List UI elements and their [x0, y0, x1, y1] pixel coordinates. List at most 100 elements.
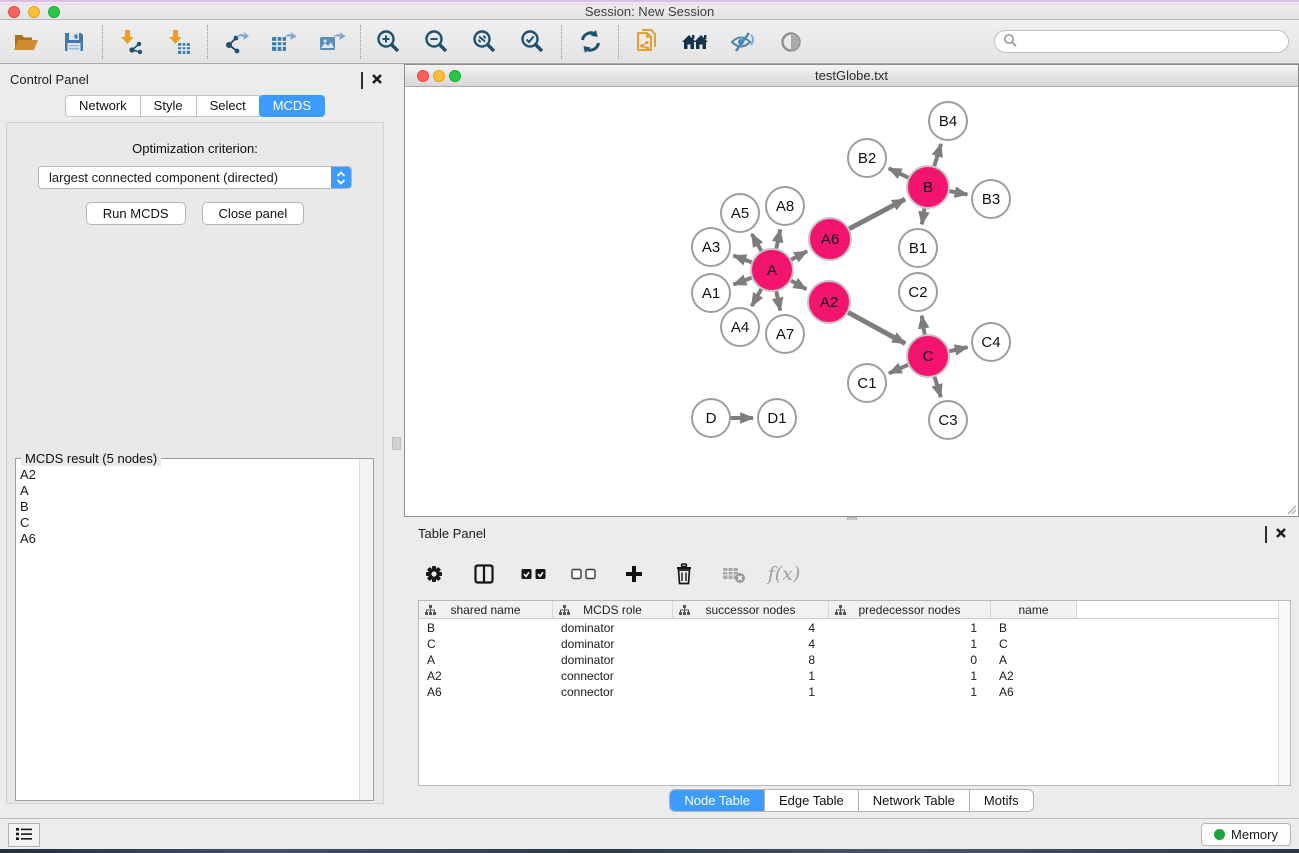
- run-mcds-button[interactable]: Run MCDS: [86, 202, 186, 225]
- graph-node-A4[interactable]: A4: [721, 308, 759, 346]
- cell-successor-nodes[interactable]: 1: [673, 668, 829, 684]
- graph-edge-A-A4[interactable]: [752, 287, 763, 307]
- graph-edge-A6-B[interactable]: [847, 199, 905, 230]
- cell-name[interactable]: C: [991, 636, 1077, 652]
- network-canvas[interactable]: A5A8A3A6AA1A2A4A7B2B4BB3B1C2CC4C1C3DD1: [405, 88, 1298, 516]
- column-header-MCDS-role[interactable]: MCDS role: [553, 601, 673, 618]
- graph-edge-B-B2[interactable]: [889, 168, 911, 179]
- table-row[interactable]: A6connector11A6: [419, 684, 1278, 700]
- graph-node-A[interactable]: A: [751, 249, 793, 291]
- graph-node-B[interactable]: B: [907, 166, 949, 208]
- import-network-button[interactable]: [117, 28, 145, 56]
- graph-node-B4[interactable]: B4: [929, 102, 967, 140]
- cell-shared-name[interactable]: B: [419, 620, 553, 636]
- tab-node-table[interactable]: Node Table: [670, 790, 765, 811]
- graph-node-A5[interactable]: A5: [721, 194, 759, 232]
- zoom-fit-button[interactable]: [471, 28, 499, 56]
- cell-successor-nodes[interactable]: 4: [673, 620, 829, 636]
- show-columns-button[interactable]: [470, 560, 498, 588]
- table-settings-button[interactable]: [420, 560, 448, 588]
- graph-edge-A-A5[interactable]: [752, 234, 763, 254]
- cell-shared-name[interactable]: C: [419, 636, 553, 652]
- tab-select[interactable]: Select: [196, 95, 260, 117]
- graph-node-A8[interactable]: A8: [766, 187, 804, 225]
- graph-node-D[interactable]: D: [692, 399, 730, 437]
- close-panel-button[interactable]: Close panel: [202, 202, 305, 225]
- graph-edge-A-A6[interactable]: [789, 251, 807, 261]
- refresh-button[interactable]: [576, 28, 604, 56]
- delete-table-button[interactable]: [720, 560, 748, 588]
- cell-MCDS-role[interactable]: connector: [553, 668, 673, 684]
- graph-edge-A2-C[interactable]: [846, 311, 905, 343]
- cell-successor-nodes[interactable]: 4: [673, 636, 829, 652]
- graph-node-D1[interactable]: D1: [758, 399, 796, 437]
- delete-column-button[interactable]: [670, 560, 698, 588]
- search-input[interactable]: [1022, 34, 1280, 49]
- deselect-all-button[interactable]: [570, 560, 598, 588]
- graph-node-C3[interactable]: C3: [929, 401, 967, 439]
- cell-predecessor-nodes[interactable]: 1: [829, 636, 991, 652]
- graph-edge-B-B3[interactable]: [947, 191, 968, 195]
- result-item[interactable]: C: [20, 515, 359, 531]
- export-image-button[interactable]: [318, 28, 346, 56]
- column-header-name[interactable]: name: [991, 601, 1077, 618]
- network-graph[interactable]: A5A8A3A6AA1A2A4A7B2B4BB3B1C2CC4C1C3DD1: [405, 88, 1298, 517]
- cell-predecessor-nodes[interactable]: 1: [829, 620, 991, 636]
- tab-mcds[interactable]: MCDS: [259, 95, 325, 117]
- function-builder-button[interactable]: f(x): [770, 560, 798, 588]
- cell-successor-nodes[interactable]: 1: [673, 684, 829, 700]
- import-table-button[interactable]: [165, 28, 193, 56]
- tab-network[interactable]: Network: [65, 95, 141, 117]
- graph-node-C2[interactable]: C2: [899, 273, 937, 311]
- zoom-selected-button[interactable]: [519, 28, 547, 56]
- graph-edge-A-A2[interactable]: [789, 279, 807, 289]
- graph-node-B3[interactable]: B3: [972, 180, 1010, 218]
- result-scrollbar[interactable]: [359, 459, 373, 800]
- tab-edge-table[interactable]: Edge Table: [765, 790, 859, 811]
- select-all-button[interactable]: [520, 560, 548, 588]
- graph-edge-A-A8[interactable]: [776, 230, 780, 252]
- cell-shared-name[interactable]: A2: [419, 668, 553, 684]
- home-view-button[interactable]: [681, 28, 709, 56]
- cell-MCDS-role[interactable]: connector: [553, 684, 673, 700]
- table-row[interactable]: A2connector11A2: [419, 668, 1278, 684]
- graph-edge-B-B4[interactable]: [934, 144, 942, 169]
- save-session-button[interactable]: [60, 28, 88, 56]
- graph-edge-C-C4[interactable]: [947, 347, 968, 352]
- cell-predecessor-nodes[interactable]: 1: [829, 668, 991, 684]
- cell-MCDS-role[interactable]: dominator: [553, 636, 673, 652]
- result-item[interactable]: A2: [20, 467, 359, 483]
- cell-name[interactable]: A6: [991, 684, 1077, 700]
- graph-edge-A-A3[interactable]: [733, 255, 754, 263]
- open-session-button[interactable]: [12, 28, 40, 56]
- float-table-panel-icon[interactable]: [1265, 527, 1267, 542]
- export-network-button[interactable]: [222, 28, 250, 56]
- add-column-button[interactable]: [620, 560, 648, 588]
- graph-edge-C-C1[interactable]: [889, 364, 911, 374]
- tab-style[interactable]: Style: [140, 95, 197, 117]
- cell-shared-name[interactable]: A6: [419, 684, 553, 700]
- graph-node-A7[interactable]: A7: [766, 315, 804, 353]
- cell-predecessor-nodes[interactable]: 1: [829, 684, 991, 700]
- cell-MCDS-role[interactable]: dominator: [553, 652, 673, 668]
- zoom-out-button[interactable]: [423, 28, 451, 56]
- export-table-button[interactable]: [270, 28, 298, 56]
- cell-name[interactable]: B: [991, 620, 1077, 636]
- graph-edge-C-C3[interactable]: [934, 374, 941, 397]
- result-item[interactable]: A: [20, 483, 359, 499]
- graph-node-A6[interactable]: A6: [809, 218, 851, 260]
- column-header-successor-nodes[interactable]: successor nodes: [673, 601, 829, 618]
- float-panel-icon[interactable]: [361, 73, 363, 88]
- vertical-split-handle[interactable]: [392, 437, 401, 450]
- table-row[interactable]: Bdominator41B: [419, 620, 1278, 636]
- graph-edge-A-A1[interactable]: [733, 277, 754, 285]
- column-header-shared-name[interactable]: shared name: [419, 601, 553, 618]
- graph-node-C4[interactable]: C4: [972, 323, 1010, 361]
- zoom-in-button[interactable]: [375, 28, 403, 56]
- graph-edge-A-A7[interactable]: [776, 289, 780, 311]
- graph-node-B1[interactable]: B1: [899, 229, 937, 267]
- cell-successor-nodes[interactable]: 8: [673, 652, 829, 668]
- result-item[interactable]: A6: [20, 531, 359, 547]
- tab-network-table[interactable]: Network Table: [859, 790, 970, 811]
- close-table-panel-icon[interactable]: [1275, 527, 1287, 542]
